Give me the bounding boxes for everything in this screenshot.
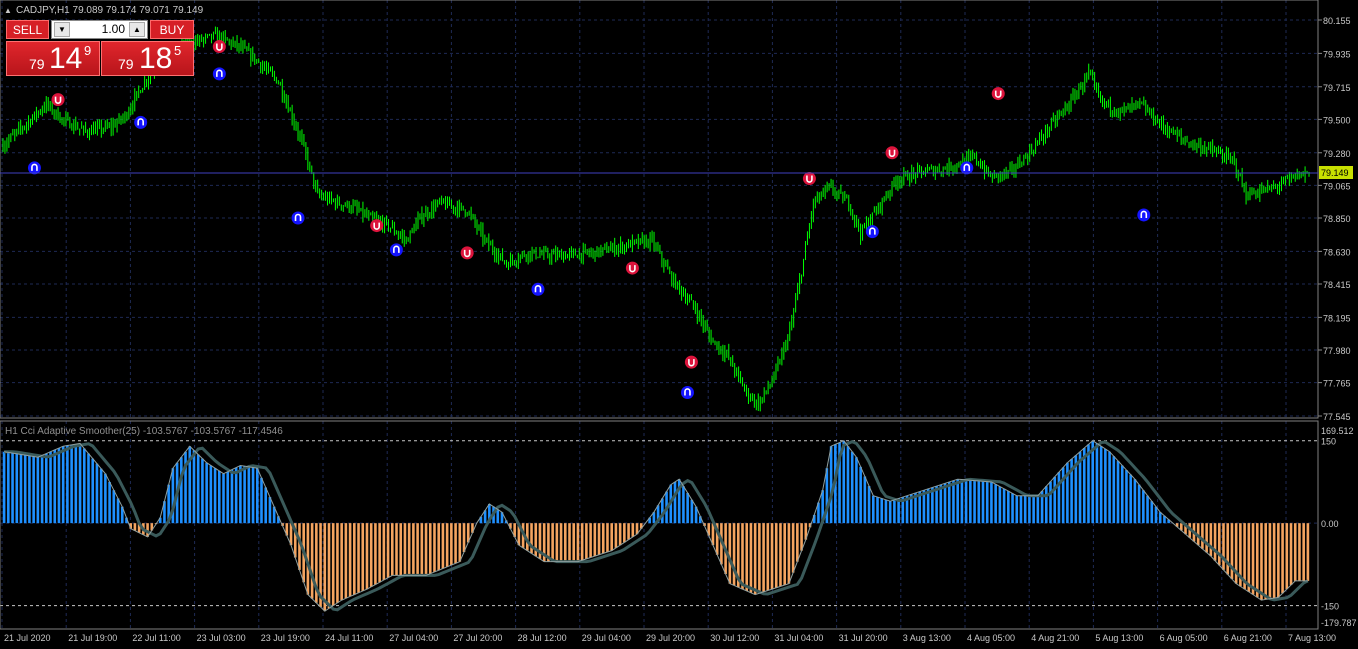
sell-arrow-icon	[802, 172, 816, 186]
sell-price-pips: 14	[49, 42, 83, 75]
indicator-header: H1 Cci Adaptive Smoother(25) -103.5767 -…	[5, 426, 283, 437]
time-tick-label: 4 Aug 05:00	[967, 633, 1015, 643]
time-tick-label: 30 Jul 12:00	[710, 633, 759, 643]
time-tick-label: 6 Aug 21:00	[1224, 633, 1272, 643]
time-tick-label: 31 Jul 04:00	[774, 633, 823, 643]
sell-button[interactable]: SELL	[6, 20, 49, 39]
buy-arrow-icon	[1137, 208, 1151, 222]
buy-arrow-icon	[27, 161, 41, 175]
buy-arrow-icon	[865, 225, 879, 239]
sell-price-button[interactable]: 79 14 9	[6, 41, 100, 76]
cci-main-line	[4, 440, 1308, 612]
buy-arrow-icon	[680, 385, 694, 399]
time-tick-label: 23 Jul 19:00	[261, 633, 310, 643]
current-price-label: 79.149	[1321, 168, 1349, 178]
price-tick-label: 79.065	[1323, 181, 1351, 191]
time-tick-label: 31 Jul 20:00	[839, 633, 888, 643]
chevron-up-icon: ▲	[133, 25, 141, 34]
lot-increase-button[interactable]: ▲	[129, 22, 145, 37]
price-tick-label: 77.545	[1323, 412, 1351, 422]
price-tick-label: 78.850	[1323, 214, 1351, 224]
buy-arrow-icon	[291, 211, 305, 225]
candlestick-series	[2, 26, 1310, 412]
price-tick-label: 79.935	[1323, 49, 1351, 59]
time-tick-label: 27 Jul 20:00	[453, 633, 502, 643]
cci-tick-label: -150	[1321, 602, 1339, 612]
sell-price-handle: 79	[29, 56, 45, 72]
buy-arrow-icon	[531, 282, 545, 296]
buy-price-handle: 79	[118, 56, 134, 72]
sell-arrow-icon	[991, 87, 1005, 101]
price-tick-label: 78.415	[1323, 280, 1351, 290]
buy-price-button[interactable]: 79 18 5	[101, 41, 194, 76]
lot-size-field[interactable]: ▼ 1.00 ▲	[51, 20, 148, 39]
sell-arrow-icon	[460, 246, 474, 260]
price-tick-label: 78.630	[1323, 247, 1351, 257]
time-tick-label: 3 Aug 13:00	[903, 633, 951, 643]
price-tick-label: 77.980	[1323, 346, 1351, 356]
main-chart-grid	[0, 0, 1318, 418]
time-tick-label: 6 Aug 05:00	[1160, 633, 1208, 643]
chart-canvas[interactable]: 80.155 79.935 79.715 79.500 79.280 79.065 78.8…	[0, 0, 1358, 649]
buy-arrow-icon	[389, 243, 403, 257]
signal-arrows	[27, 40, 1151, 399]
price-tick-label: 79.280	[1323, 149, 1351, 159]
buy-arrow-icon	[212, 67, 226, 81]
cci-tick-label: -179.787	[1321, 618, 1357, 628]
price-tick-label: 78.195	[1323, 313, 1351, 323]
price-tick-label: 79.500	[1323, 115, 1351, 125]
cci-tick-label: 0.00	[1321, 519, 1339, 529]
price-tick-label: 79.715	[1323, 83, 1351, 93]
buy-button[interactable]: BUY	[150, 20, 194, 39]
sell-arrow-icon	[370, 219, 384, 233]
time-tick-label: 24 Jul 11:00	[325, 633, 373, 643]
buy-price-pips: 18	[139, 42, 173, 75]
time-tick-label: 23 Jul 03:00	[197, 633, 246, 643]
cci-tick-label: 169.512	[1321, 426, 1354, 436]
symbol-header: CADJPY,H1 79.089 79.174 79.071 79.149	[16, 5, 204, 16]
cci-signal-lines	[4, 440, 1309, 612]
time-tick-label: 4 Aug 21:00	[1031, 633, 1079, 643]
main-chart-border	[0, 0, 1319, 419]
price-tick-label: 77.765	[1323, 379, 1351, 389]
buy-arrow-icon	[134, 115, 148, 129]
time-tick-label: 29 Jul 04:00	[582, 633, 631, 643]
time-tick-label: 27 Jul 04:00	[389, 633, 438, 643]
sell-arrow-icon	[212, 40, 226, 54]
cci-tick-label: 150	[1321, 437, 1336, 447]
sell-arrow-icon	[51, 93, 65, 107]
time-tick-label: 7 Aug 13:00	[1288, 633, 1336, 643]
time-tick-label: 28 Jul 12:00	[518, 633, 567, 643]
price-tick-label: 80.155	[1323, 16, 1351, 26]
lot-decrease-button[interactable]: ▼	[54, 22, 70, 37]
buy-price-fraction: 5	[174, 43, 182, 58]
sell-arrow-icon	[625, 261, 639, 275]
time-tick-label: 22 Jul 11:00	[132, 633, 180, 643]
lot-size-value[interactable]: 1.00	[102, 22, 125, 37]
one-click-trading-panel: SELL ▼ 1.00 ▲ BUY 79 14 9 79 18 5	[6, 20, 194, 76]
buy-arrow-icon	[960, 161, 974, 175]
time-tick-label: 29 Jul 20:00	[646, 633, 695, 643]
chevron-down-icon: ▼	[58, 25, 66, 34]
cci-signal-line	[4, 440, 1309, 612]
sell-arrow-icon	[885, 146, 899, 160]
cci-histogram	[2, 440, 1310, 612]
time-tick-label: 21 Jul 19:00	[68, 633, 117, 643]
collapse-arrow-icon[interactable]: ▲	[4, 6, 12, 15]
sell-price-fraction: 9	[84, 43, 92, 58]
time-tick-label: 21 Jul 2020	[4, 633, 51, 643]
time-tick-label: 5 Aug 13:00	[1095, 633, 1143, 643]
sell-arrow-icon	[684, 355, 698, 369]
